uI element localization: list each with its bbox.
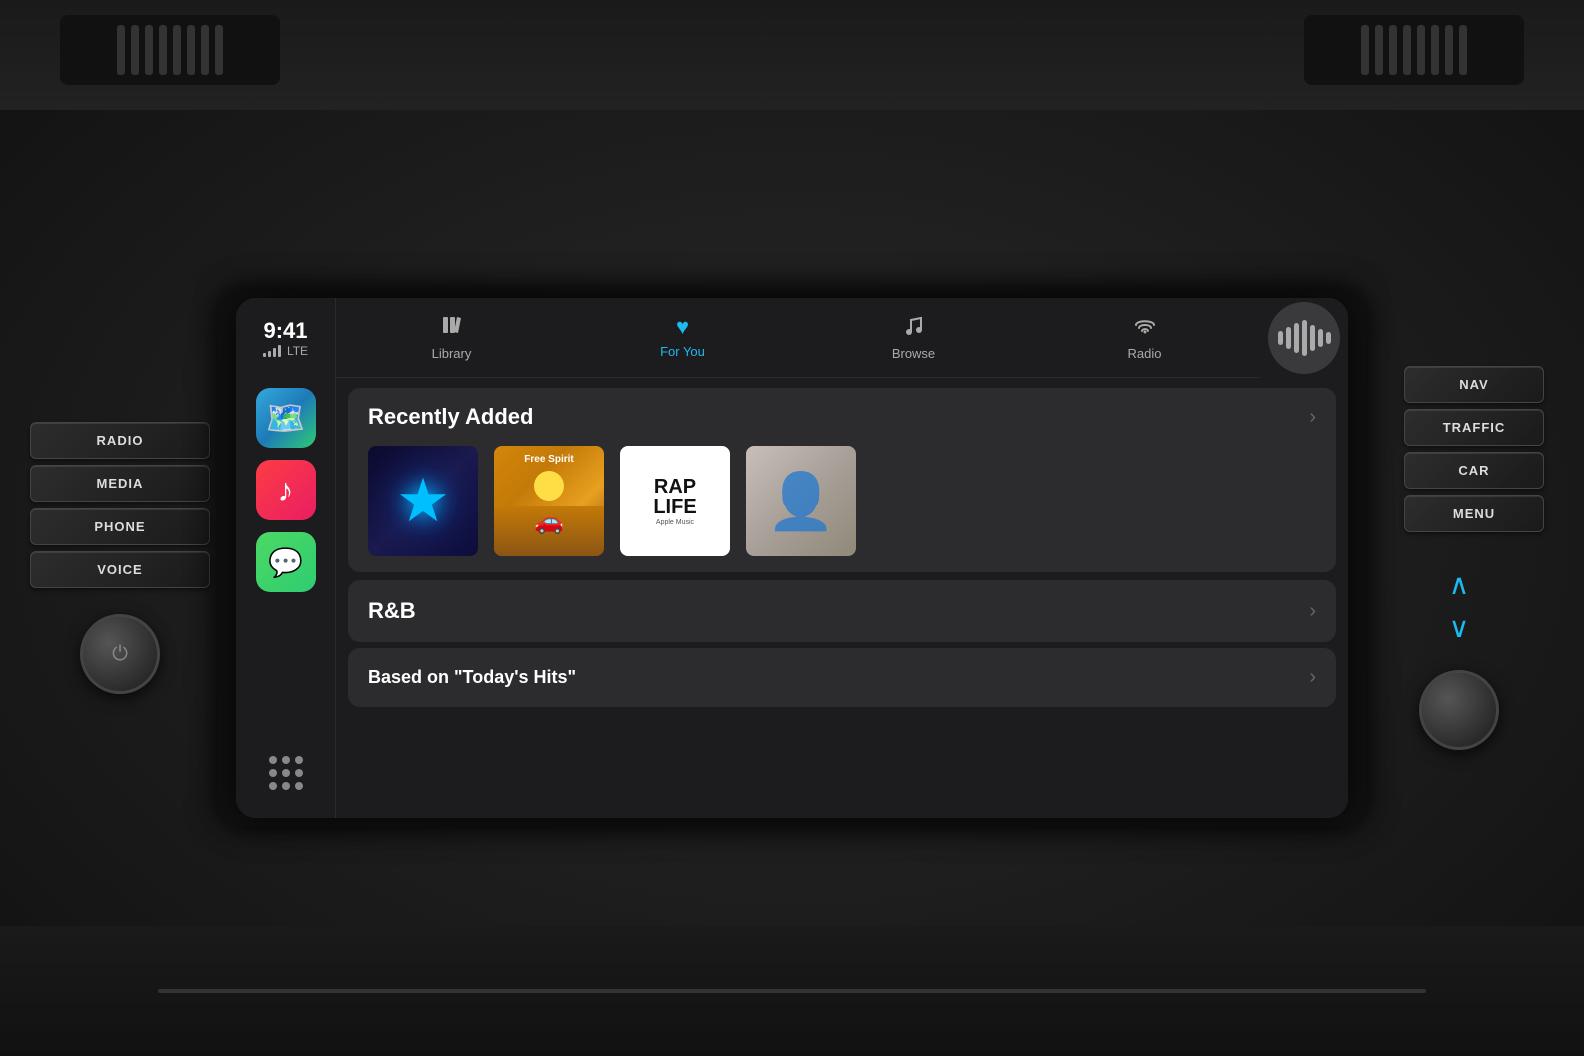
music-icon: ♪ [278,472,294,509]
tab-browse[interactable]: Browse [798,306,1029,377]
dashboard: RADIO MEDIA PHONE VOICE ⏻ 9:41 [0,280,1584,836]
power-icon: ⏻ [112,643,128,666]
nav-button[interactable]: NAV [1404,366,1544,403]
sun-icon [534,471,564,501]
time-display: 9:41 [263,318,308,344]
nav-area: Library ♥ For You [336,298,1348,378]
left-controls: RADIO MEDIA PHONE VOICE ⏻ [30,422,210,694]
library-tab-label: Library [432,346,472,361]
rnb-section[interactable]: R&B › [348,580,1336,642]
browse-tab-label: Browse [892,346,935,361]
radio-tab-label: Radio [1128,346,1162,361]
album-art-rap-life[interactable]: RAPLIFE Apple Music [620,446,730,556]
voice-button[interactable]: VOICE [30,551,210,588]
top-vents [0,0,1584,110]
browse-icon [903,314,925,342]
based-on-title: Based on "Today's Hits" [368,667,576,688]
content-area: Recently Added › ★ [336,378,1348,818]
screen: 9:41 LTE [236,298,1348,818]
recently-added-section[interactable]: Recently Added › ★ [348,388,1336,572]
nav-arrows: ∧ ∨ [1449,568,1470,644]
media-button[interactable]: MEDIA [30,465,210,502]
shadow-figure-icon: 👤 [767,469,835,534]
star-shape-icon: ★ [396,466,450,536]
nav-tabs: Library ♥ For You [336,298,1260,378]
recently-added-title: Recently Added [368,404,533,430]
bottom-area [0,926,1584,1056]
recently-added-chevron: › [1309,406,1316,429]
tab-library[interactable]: Library [336,306,567,377]
album-art-free-spirit[interactable]: Free Spirit 🚗 [494,446,604,556]
radio-icon [1132,314,1158,342]
right-vent [1304,15,1524,85]
power-knob[interactable]: ⏻ [80,614,160,694]
scroll-down-button[interactable]: ∨ [1449,611,1470,644]
album-art-shadow[interactable]: 👤 [746,446,856,556]
maps-app-icon[interactable]: 🗺️ [256,388,316,448]
left-vent [60,15,280,85]
album-art-star[interactable]: ★ [368,446,478,556]
rap-life-sublabel: Apple Music [656,519,694,526]
right-knob[interactable] [1419,670,1499,750]
heart-icon: ♥ [676,314,689,340]
messages-icon: 💬 [268,546,303,579]
bottom-strip [158,989,1425,993]
radio-button[interactable]: RADIO [30,422,210,459]
status-bar: 9:41 LTE [263,318,308,358]
screen-bezel: 9:41 LTE [218,290,1366,826]
network-label: LTE [287,344,308,358]
main-content: Library ♥ For You [336,298,1348,818]
library-icon [441,314,463,342]
rap-life-label: RAPLIFE [653,477,696,517]
scroll-up-button[interactable]: ∧ [1449,568,1470,601]
music-app-icon[interactable]: ♪ [256,460,316,520]
for-you-tab-label: For You [660,344,705,359]
signal-bar: LTE [263,344,308,358]
album-grid: ★ Free Spirit 🚗 [368,446,1316,556]
based-on-section[interactable]: Based on "Today's Hits" › [348,648,1336,707]
app-icons: 🗺️ ♪ 💬 [256,388,316,748]
car-button[interactable]: CAR [1404,452,1544,489]
tab-radio[interactable]: Radio [1029,306,1260,377]
rnb-title: R&B [368,598,416,624]
tab-for-you[interactable]: ♥ For You [567,306,798,377]
messages-app-icon[interactable]: 💬 [256,532,316,592]
car-unit: RADIO MEDIA PHONE VOICE ⏻ 9:41 [0,0,1584,1056]
phone-button[interactable]: PHONE [30,508,210,545]
based-on-chevron: › [1309,666,1316,689]
menu-button[interactable]: MENU [1404,495,1544,532]
traffic-button[interactable]: TRAFFIC [1404,409,1544,446]
siri-bars-icon [1278,320,1331,356]
maps-icon: 🗺️ [266,399,306,437]
free-spirit-label: Free Spirit [494,454,604,465]
rnb-chevron: › [1309,600,1316,623]
siri-button[interactable] [1268,302,1340,374]
car-silhouette-icon: 🚗 [534,507,564,536]
sidebar: 9:41 LTE [236,298,336,818]
app-grid-button[interactable] [261,748,311,798]
right-controls: NAV TRAFFIC CAR MENU ∧ ∨ [1374,366,1554,750]
